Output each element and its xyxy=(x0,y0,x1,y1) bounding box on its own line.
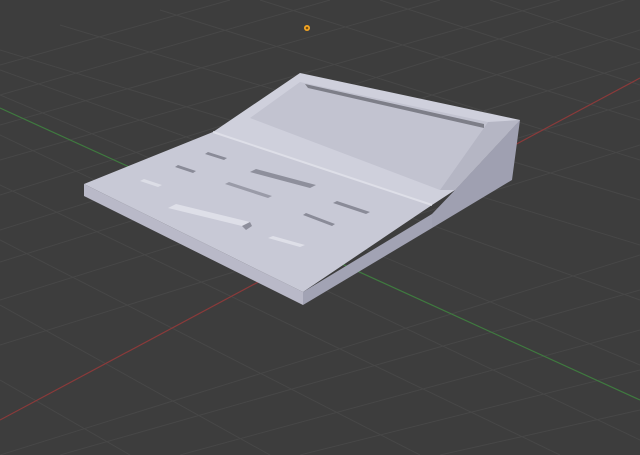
calculator-model[interactable] xyxy=(84,73,520,305)
light-icon[interactable] xyxy=(304,25,310,31)
3d-viewport[interactable] xyxy=(0,0,640,455)
viewport-canvas[interactable] xyxy=(0,0,640,455)
